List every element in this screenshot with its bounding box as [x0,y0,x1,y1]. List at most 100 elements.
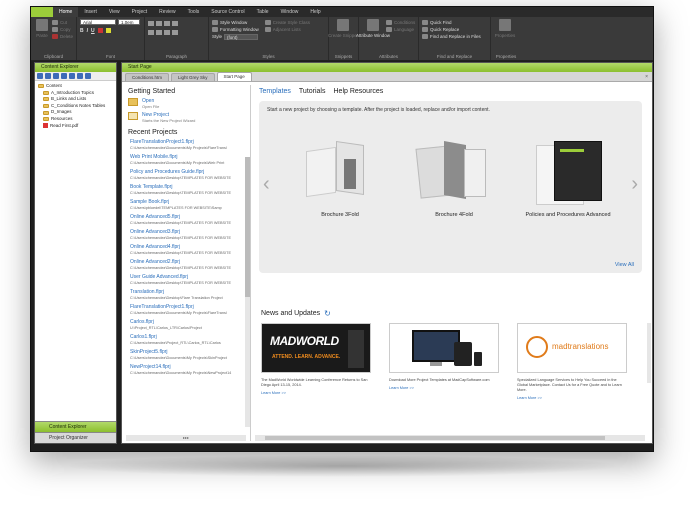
recent-project-item[interactable]: FlareTranslationProject1.flprj C:\Users\c… [130,304,250,316]
recent-project-item[interactable]: Online Advanced5.flprj C:\Users\chemandez… [130,214,250,226]
justify-icon[interactable] [172,30,178,35]
tree-item[interactable]: C_Conditions Notes Tables [38,103,113,110]
recent-project-item[interactable]: Book Template.flprj C:\Users\chemandez\De… [130,184,250,196]
refresh-icon[interactable] [53,73,59,79]
content-explorer-accordion[interactable]: Content Explorer [35,421,116,432]
application-menu-button[interactable] [31,7,53,17]
align-center-icon[interactable] [156,30,162,35]
new-item-icon[interactable] [37,73,43,79]
news-vertical-scrollbar[interactable] [647,323,651,383]
carousel-prev-arrow[interactable]: ‹ [263,173,270,196]
close-icon[interactable]: × [645,74,648,80]
tab-insert[interactable]: Insert [78,7,103,17]
madworld-banner[interactable]: MADWORLD ATTEND. LEARN. ADVANCE. [261,323,371,373]
tab-review[interactable]: Review [153,7,181,17]
recent-project-name[interactable]: Translation.flprj [130,289,250,296]
options-icon[interactable] [85,73,91,79]
underline-button[interactable]: U [91,28,95,34]
indent-icon[interactable] [164,21,170,26]
new-project-item[interactable]: New Project Starts the New Project Wizar… [128,112,250,123]
recent-project-item[interactable]: SkinProject5.flprj C:\Users\chemandez\Doc… [130,349,250,361]
tree-item[interactable]: B_Links and Lists [38,96,113,103]
create-style-class-button[interactable]: Create Style Class [264,19,310,26]
recent-project-item[interactable]: Web Print Mobile.flprj C:\Users\chemandez… [130,154,250,166]
style-window-button[interactable]: Style Window [212,19,259,26]
recent-project-item[interactable]: Carlos1.flprj C:\Users\chemandez\Project_… [130,334,250,346]
tree-item[interactable]: Read First.pdf [38,123,113,130]
madtranslations-banner[interactable]: madtranslations [517,323,627,373]
recent-project-name[interactable]: Sample Book.flprj [130,199,250,206]
tab-home[interactable]: Home [53,7,79,17]
bold-button[interactable]: B [80,28,84,34]
filter-icon[interactable] [61,73,67,79]
italic-button[interactable]: I [87,28,88,34]
recent-project-name[interactable]: Carlos.flprj [130,319,250,326]
tab-table[interactable]: Table [251,7,275,17]
copy-button[interactable]: Copy [51,26,73,33]
align-left-icon[interactable] [148,30,154,35]
recent-vertical-scrollbar[interactable] [245,157,250,427]
tree-item[interactable]: A_Introduction Topics [38,90,113,97]
open-icon[interactable] [45,73,51,79]
cut-button[interactable]: Cut [51,19,73,26]
doc-tab-light-grey-sky[interactable]: Light Grey Sky [171,73,215,81]
tab-view[interactable]: View [103,7,126,17]
expand-icon[interactable] [69,73,75,79]
tab-source-control[interactable]: Source Control [205,7,250,17]
create-snippet-button[interactable]: Create Snippet [328,19,358,39]
tab-help-resources[interactable]: Help Resources [334,88,384,95]
recent-project-item[interactable]: Carlos.flprj U:\Project_RTL\Carlos_LTR\Ca… [130,319,250,331]
recent-project-name[interactable]: Online Advanced5.flprj [130,214,250,221]
view-all-link[interactable]: View All [615,262,634,268]
outdent-icon[interactable] [172,21,178,26]
carousel-next-arrow[interactable]: › [631,173,638,196]
doc-tab-start-page[interactable]: Start Page [216,72,252,81]
learn-more-link[interactable]: Learn More >> [389,386,509,390]
recent-project-name[interactable]: User Guide Advanced.flprj [130,274,250,281]
tree-item[interactable]: Resources [38,116,113,123]
adjacent-lists-button[interactable]: Adjacent Lists [264,26,310,33]
recent-project-item[interactable]: Online Advanced4.flprj C:\Users\chemandez… [130,244,250,256]
tab-templates[interactable]: Templates [259,88,291,95]
recent-project-item[interactable]: NewProject14.flprj C:\Users\chemandez\Doc… [130,364,250,376]
recent-project-item[interactable]: Sample Book.flprj C:\Users\pbloedel\TEMPL… [130,199,250,211]
find-replace-files-button[interactable]: Find and Replace in Files [422,33,487,40]
template-brochure-4fold[interactable]: Brochure 4Fold [399,139,509,218]
recent-project-name[interactable]: Book Template.flprj [130,184,250,191]
recent-project-name[interactable]: FlareTranslationProject1.flprj [130,139,250,146]
tree-item[interactable]: D_Images [38,109,113,116]
recent-project-item[interactable]: Online Advanced3.flprj C:\Users\chemandez… [130,229,250,241]
start-page-horizontal-scrollbar[interactable] [255,435,645,441]
recent-project-item[interactable]: Translation.flprj C:\Users\chemandez\Desk… [130,289,250,301]
paste-button[interactable]: Paste [34,19,50,40]
template-policies-procedures[interactable]: Policies and Procedures Advanced [513,139,623,218]
style-select[interactable]: (font) [224,33,259,40]
open-file-item[interactable]: Open Open File [128,98,250,109]
scroll-thumb[interactable] [265,436,605,440]
recent-project-name[interactable]: Online Advanced4.flprj [130,244,250,251]
recent-project-name[interactable]: NewProject14.flprj [130,364,250,371]
recent-project-item[interactable]: Policy and Procedures Guide.flprj C:\User… [130,169,250,181]
project-organizer-accordion[interactable]: Project Organizer [35,432,116,443]
recent-project-name[interactable]: Online Advanced2.flprj [130,259,250,266]
recent-project-name[interactable]: FlareTranslationProject1.flprj [130,304,250,311]
learn-more-link[interactable]: Learn More >> [261,391,381,395]
quick-replace-button[interactable]: Quick Replace [422,26,487,33]
recent-project-name[interactable]: Carlos1.flprj [130,334,250,341]
numbering-icon[interactable] [156,21,162,26]
recent-project-name[interactable]: Policy and Procedures Guide.flprj [130,169,250,176]
recent-project-item[interactable]: Online Advanced2.flprj C:\Users\chemandez… [130,259,250,271]
collapse-icon[interactable] [77,73,83,79]
tab-tutorials[interactable]: Tutorials [299,88,326,95]
tab-project[interactable]: Project [126,7,154,17]
recent-horizontal-scrollbar[interactable]: ▸▸▸ [126,435,246,441]
recent-project-name[interactable]: Web Print Mobile.flprj [130,154,250,161]
align-right-icon[interactable] [164,30,170,35]
recent-project-item[interactable]: FlareTranslationProject1.flprj C:\Users\c… [130,139,250,151]
highlight-icon[interactable] [105,28,111,33]
bullets-icon[interactable] [148,21,154,26]
learn-more-link[interactable]: Learn More >> [517,396,637,400]
doc-tab-conditions[interactable]: Conditions.htm [125,73,170,81]
attribute-window-button[interactable]: Attribute Window [356,19,390,39]
conditions-button[interactable]: Conditions [386,19,415,26]
